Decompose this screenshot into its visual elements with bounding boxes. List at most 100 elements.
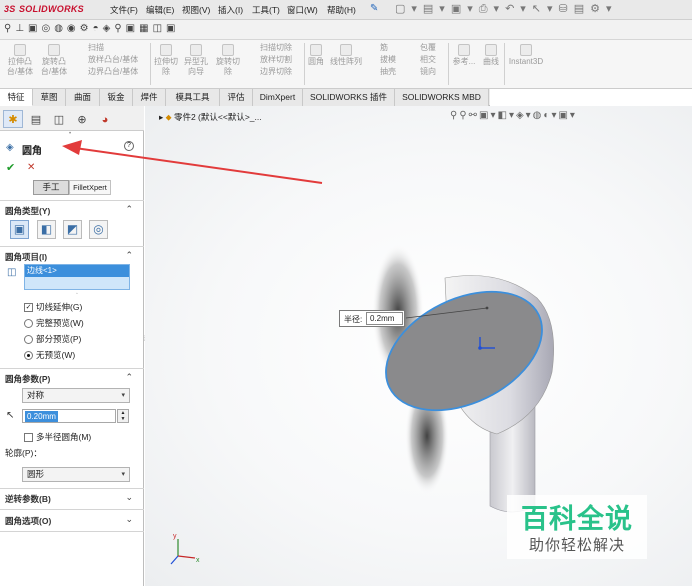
- revolve-cut-button[interactable]: 旋转切除: [213, 44, 243, 77]
- chevron-up-icon[interactable]: ⌃: [125, 204, 133, 215]
- help-icon[interactable]: ?: [124, 141, 134, 151]
- menu-tools[interactable]: 工具(T): [252, 4, 280, 16]
- radius-callout-value[interactable]: 0.2mm: [366, 312, 403, 325]
- reverse-params-section-title[interactable]: 逆转参数(B): [0, 493, 144, 505]
- tab-solidworks-addins[interactable]: SOLIDWORKS 插件: [303, 89, 395, 106]
- checkbox-icon: [24, 433, 33, 443]
- extrude-cut-button[interactable]: 拉伸切除: [153, 44, 179, 77]
- tab-sketch[interactable]: 草图: [33, 89, 66, 106]
- hole-wizard-button[interactable]: 异型孔向导: [181, 44, 211, 77]
- dimxpert-manager-tab-icon[interactable]: ⊕: [72, 110, 92, 128]
- variable-size-fillet-icon[interactable]: ◧: [37, 220, 56, 239]
- check-icon[interactable]: ✔: [6, 161, 15, 174]
- selected-edge-item[interactable]: 边线<1>: [25, 265, 129, 277]
- revolve-cut-icon: [222, 44, 234, 56]
- chevron-down-icon: ▾: [121, 392, 125, 399]
- partial-preview-radio[interactable]: 部分预览(P): [24, 333, 81, 345]
- edge-selection-list[interactable]: 边线<1>: [24, 264, 130, 290]
- boundary-boss-button[interactable]: 边界凸台/基体: [74, 67, 148, 77]
- fillet-items-section-title[interactable]: 圆角项目(I): [0, 251, 144, 263]
- ribbon-separator: [304, 43, 305, 85]
- feature-manager-tab-icon[interactable]: ✱: [3, 110, 23, 128]
- radius-input[interactable]: 0.20mm: [22, 409, 116, 423]
- menu-view[interactable]: 视图(V): [182, 4, 210, 16]
- revolve-boss-button[interactable]: 旋转凸台/基体: [38, 44, 70, 77]
- intersect-button[interactable]: 相交: [406, 55, 446, 65]
- tab-solidworks-mbd[interactable]: SOLIDWORKS MBD: [395, 89, 489, 106]
- chevron-up-icon[interactable]: ⌃: [125, 372, 133, 383]
- profile-select[interactable]: 圆形 ▾: [22, 467, 130, 482]
- tab-evaluate[interactable]: 评估: [220, 89, 253, 106]
- reference-geometry-button[interactable]: 参考...: [450, 44, 478, 67]
- tab-surfaces[interactable]: 曲面: [66, 89, 100, 106]
- chevron-down-icon[interactable]: ⌄: [125, 514, 133, 525]
- constant-size-fillet-icon[interactable]: ▣: [10, 220, 29, 239]
- checkbox-checked-icon: ✓: [24, 303, 33, 313]
- sketch-tools-icon[interactable]: ⚲⊥▣◎◍◉⚙◓◈⚲▣▦◫▣: [4, 23, 179, 34]
- instant3d-icon: [520, 44, 532, 56]
- chevron-up-icon[interactable]: ⌃: [125, 250, 133, 261]
- tab-mold-tools[interactable]: 模具工具: [166, 89, 220, 106]
- multi-radius-checkbox[interactable]: 多半径圆角(M): [24, 431, 91, 443]
- pin-icon[interactable]: ✎: [370, 3, 378, 14]
- tab-dimxpert[interactable]: DimXpert: [253, 89, 303, 106]
- section-divider: [0, 531, 144, 532]
- tab-features[interactable]: 特征: [0, 89, 33, 106]
- coordinate-axes-icon: y x: [170, 533, 200, 565]
- boundary-cut-button[interactable]: 边界切除: [246, 67, 302, 77]
- sweep-button[interactable]: 扫描: [74, 43, 148, 53]
- rib-group[interactable]: 筋 拔模 抽壳: [366, 43, 404, 77]
- radius-callout[interactable]: 半径: 0.2mm: [339, 310, 405, 327]
- full-round-fillet-icon[interactable]: ◎: [89, 220, 108, 239]
- face-fillet-icon[interactable]: ◩: [63, 220, 82, 239]
- list-resize-handle[interactable]: ◦: [76, 291, 78, 297]
- full-preview-radio[interactable]: 完整预览(W): [24, 317, 84, 329]
- cut-group[interactable]: 扫描切除 放样切割 边界切除: [246, 43, 302, 77]
- instant3d-button[interactable]: Instant3D: [506, 44, 546, 67]
- graphics-viewport[interactable]: ▸ ⬥ 零件2 (默认<<默认>_... ⚲⚲⚯▣▾◧▾◈▾◍◐▾▣▾ y x …: [145, 106, 692, 586]
- display-manager-tab-icon[interactable]: ◕: [95, 110, 115, 128]
- menu-help[interactable]: 帮助(H): [327, 4, 356, 16]
- curves-button[interactable]: 曲线: [480, 44, 502, 67]
- radius-spinner[interactable]: ▲ ▼: [117, 409, 129, 423]
- fillet-options-section-title[interactable]: 圆角选项(O): [0, 515, 144, 527]
- shell-button[interactable]: 抽壳: [366, 67, 404, 77]
- loft-cut-button[interactable]: 放样切割: [246, 55, 302, 65]
- linear-pattern-button[interactable]: 线性阵列: [328, 44, 364, 67]
- configuration-manager-tab-icon[interactable]: ◫: [49, 110, 69, 128]
- sweep-cut-button[interactable]: 扫描切除: [246, 43, 302, 53]
- svg-text:x: x: [196, 557, 200, 564]
- filletxpert-mode-tab[interactable]: FilletXpert: [69, 180, 111, 195]
- fillet-ribbon-button[interactable]: 圆角: [306, 44, 326, 67]
- close-icon[interactable]: ✕: [27, 162, 35, 173]
- extrude-boss-button[interactable]: 拉伸凸台/基体: [4, 44, 36, 77]
- draft-button[interactable]: 拔模: [366, 55, 404, 65]
- fillet-type-section-title[interactable]: 圆角类型(Y): [0, 205, 144, 217]
- rib-button[interactable]: 筋: [366, 43, 404, 53]
- menu-edit[interactable]: 编辑(E): [146, 4, 174, 16]
- menu-file[interactable]: 文件(F): [110, 4, 138, 16]
- chevron-down-icon[interactable]: ⌄: [125, 492, 133, 503]
- ribbon-separator: [504, 43, 505, 85]
- menu-insert[interactable]: 插入(I): [218, 4, 243, 16]
- manager-tabs: ✱ ▤ ◫ ⊕ ◕: [0, 106, 144, 131]
- wrap-group[interactable]: 包覆 相交 镜向: [406, 43, 446, 77]
- quick-access-toolbar[interactable]: ▢▾▤▾▣▾⎙▾↶▾↖▾⛁▤⚙▾: [395, 2, 618, 16]
- loft-boss-button[interactable]: 放样凸台/基体: [74, 55, 148, 65]
- tangent-propagation-checkbox[interactable]: ✓ 切线延伸(G): [24, 301, 82, 313]
- mirror-button[interactable]: 镜向: [406, 67, 446, 77]
- wrap-button[interactable]: 包覆: [406, 43, 446, 53]
- fillet-params-section-title[interactable]: 圆角参数(P): [0, 373, 144, 385]
- watermark-title: 百科全说: [521, 504, 633, 534]
- tab-weldments[interactable]: 焊件: [133, 89, 166, 106]
- panel-collapse-handle[interactable]: •: [69, 131, 71, 137]
- extrude-cut-icon: [160, 44, 172, 56]
- sweep-group[interactable]: 扫描 放样凸台/基体 边界凸台/基体: [74, 43, 148, 77]
- section-divider: [0, 200, 144, 201]
- no-preview-radio[interactable]: 无预览(W): [24, 349, 75, 361]
- tab-sheet-metal[interactable]: 钣金: [100, 89, 133, 106]
- property-manager-tab-icon[interactable]: ▤: [26, 110, 46, 128]
- manual-mode-tab[interactable]: 手工: [33, 180, 69, 195]
- menu-window[interactable]: 窗口(W): [287, 4, 318, 16]
- fillet-method-select[interactable]: 对称 ▾: [22, 388, 130, 403]
